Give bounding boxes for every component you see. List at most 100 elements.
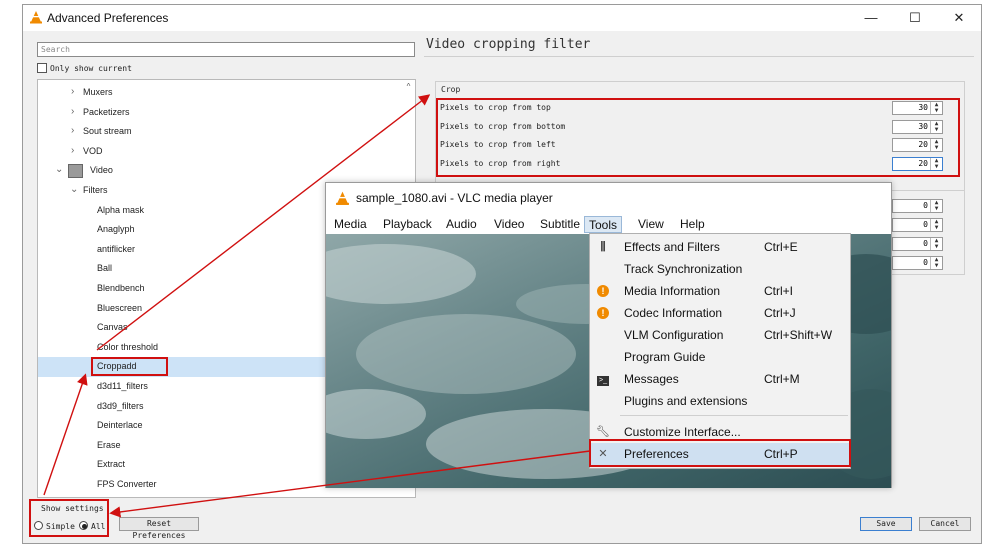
tree-item-label: VOD	[83, 145, 103, 156]
menu-subtitle[interactable]: Subtitle	[540, 216, 580, 233]
info-icon: !	[596, 284, 610, 298]
tree-item-label: Sout stream	[83, 126, 132, 137]
only-show-current-checkbox[interactable]	[37, 63, 47, 73]
menu-audio[interactable]: Audio	[446, 216, 477, 233]
video-category-icon	[68, 164, 83, 179]
tree-item-label: Extract	[97, 459, 126, 470]
tree-item-label: Muxers	[83, 87, 113, 97]
chevron-down-icon[interactable]: ⌄	[70, 184, 78, 195]
tree-item-label: Bluescreen	[97, 302, 143, 313]
menu-playback[interactable]: Playback	[383, 216, 432, 233]
vlc-menubar: Media Playback Audio Video Subtitle Tools View…	[326, 214, 891, 234]
tools-menu-item[interactable]: ⫼ Effects and Filters Ctrl+E	[590, 236, 850, 258]
tools-dropdown-menu: ⫼ Effects and Filters Ctrl+E Track Synchron…	[589, 233, 851, 469]
simple-radio[interactable]	[34, 521, 43, 530]
tools-menu-item[interactable]: >_ Messages Ctrl+M	[590, 368, 850, 390]
tree-item-label: Ball	[97, 263, 113, 274]
menu-separator	[620, 415, 848, 416]
spinbox-arrows-icon[interactable]: ▲ ▼	[930, 257, 942, 269]
tree-item[interactable]: ⌄ Video	[38, 161, 415, 181]
cancel-button[interactable]: Cancel	[919, 517, 971, 531]
chevron-right-icon[interactable]: ›	[71, 86, 74, 97]
vlc-cone-icon	[336, 191, 349, 205]
menu-item-label: Effects and Filters	[624, 240, 720, 254]
all-label: All	[91, 522, 106, 531]
pad-value-spinbox[interactable]: 0 ▲ ▼	[892, 199, 943, 213]
tree-item-label: Blendbench	[97, 283, 145, 293]
minimize-button[interactable]: —	[849, 5, 893, 31]
menu-view[interactable]: View	[638, 216, 664, 233]
close-button[interactable]: ✕	[937, 5, 981, 31]
chevron-right-icon[interactable]: ›	[71, 145, 74, 156]
chevron-down-icon[interactable]: ⌄	[55, 164, 63, 175]
menu-item-shortcut: Ctrl+Shift+W	[764, 328, 833, 342]
menu-item-shortcut: Ctrl+J	[764, 306, 796, 320]
window-title: Advanced Preferences	[47, 11, 169, 25]
tree-item-label: Deinterlace	[97, 420, 143, 431]
pad-value-spinbox[interactable]: 0 ▲ ▼	[892, 256, 943, 270]
only-show-current-label: Only show current	[50, 64, 132, 73]
reset-preferences-button[interactable]: Reset Preferences	[119, 517, 199, 540]
simple-label: Simple	[46, 522, 75, 531]
tree-item-label: antiflicker	[97, 243, 136, 254]
tree-item-label: Video	[90, 165, 113, 176]
wrench-icon: 🔧︎	[596, 426, 610, 438]
tree-item-label: FPS Converter	[97, 479, 157, 489]
tools-menu-item[interactable]: VLM Configuration Ctrl+Shift+W	[590, 324, 850, 346]
tools-menu-item[interactable]: Track Synchronization	[590, 258, 850, 280]
terminal-icon: >_	[596, 372, 610, 386]
spinbox-arrows-icon[interactable]: ▲ ▼	[930, 200, 942, 212]
tree-item[interactable]: › Packetizers	[38, 103, 415, 123]
menu-media[interactable]: Media	[334, 216, 367, 233]
tools-menu-item[interactable]: Program Guide	[590, 346, 850, 368]
crop-group-label: Crop	[441, 85, 461, 94]
vlc-title: sample_1080.avi - VLC media player	[356, 191, 553, 205]
spinbox-value: 0	[923, 239, 928, 248]
preferences-highlight-box	[589, 439, 851, 467]
menu-item-shortcut: Ctrl+I	[764, 284, 794, 298]
tree-item-label: Color threshold	[97, 341, 159, 352]
pad-value-spinbox[interactable]: 0 ▲ ▼	[892, 237, 943, 251]
menu-item-label: Plugins and extensions	[624, 394, 748, 408]
tools-menu-item[interactable]: Plugins and extensions	[590, 390, 850, 412]
tree-item-label: Canvas	[97, 322, 128, 333]
page-title: Video cropping filter	[426, 37, 591, 52]
tree-item[interactable]: › Sout stream	[38, 122, 415, 142]
menu-item-label: Codec Information	[624, 306, 723, 320]
menu-item-shortcut: Ctrl+E	[764, 240, 798, 254]
menu-item-label: Customize Interface...	[624, 425, 741, 439]
tree-item-label: Packetizers	[83, 106, 130, 117]
spinbox-arrows-icon[interactable]: ▲ ▼	[930, 238, 942, 250]
croppadd-highlight-box	[91, 357, 168, 377]
chevron-right-icon[interactable]: ›	[71, 106, 74, 117]
spinbox-value: 0	[923, 220, 928, 229]
all-radio[interactable]	[79, 521, 88, 530]
title-bar: Advanced Preferences — ☐ ✕	[23, 5, 981, 31]
menu-item-label: Messages	[624, 372, 679, 386]
menu-item-label: Program Guide	[624, 350, 706, 364]
menu-item-label: VLM Configuration	[624, 328, 724, 342]
save-button[interactable]: Save	[860, 517, 912, 531]
search-input[interactable]: Search	[37, 42, 415, 57]
maximize-button[interactable]: ☐	[893, 5, 937, 31]
menu-video[interactable]: Video	[494, 216, 524, 233]
tools-menu-item[interactable]: ! Codec Information Ctrl+J	[590, 302, 850, 324]
spinbox-arrows-icon[interactable]: ▲ ▼	[930, 219, 942, 231]
vlc-cone-icon	[30, 11, 42, 24]
tree-item[interactable]: › Muxers	[38, 83, 415, 103]
crop-highlight-box	[436, 98, 960, 177]
pad-value-spinbox[interactable]: 0 ▲ ▼	[892, 218, 943, 232]
tree-item-label: Anaglyph	[97, 224, 135, 235]
tools-menu-item[interactable]: ! Media Information Ctrl+I	[590, 280, 850, 302]
tree-item[interactable]: › VOD	[38, 142, 415, 162]
menu-help[interactable]: Help	[680, 216, 705, 233]
menu-tools[interactable]: Tools	[584, 216, 623, 233]
tree-item-label: Filters	[83, 185, 108, 195]
equalizer-icon: ⫼	[600, 241, 606, 253]
menu-item-label: Media Information	[624, 284, 721, 298]
chevron-right-icon[interactable]: ›	[71, 125, 74, 136]
heading-divider	[424, 56, 974, 57]
vlc-window: sample_1080.avi - VLC media player Media…	[325, 182, 892, 488]
show-settings-box: Show settings Simple All	[29, 499, 109, 537]
spinbox-value: 0	[923, 258, 928, 267]
